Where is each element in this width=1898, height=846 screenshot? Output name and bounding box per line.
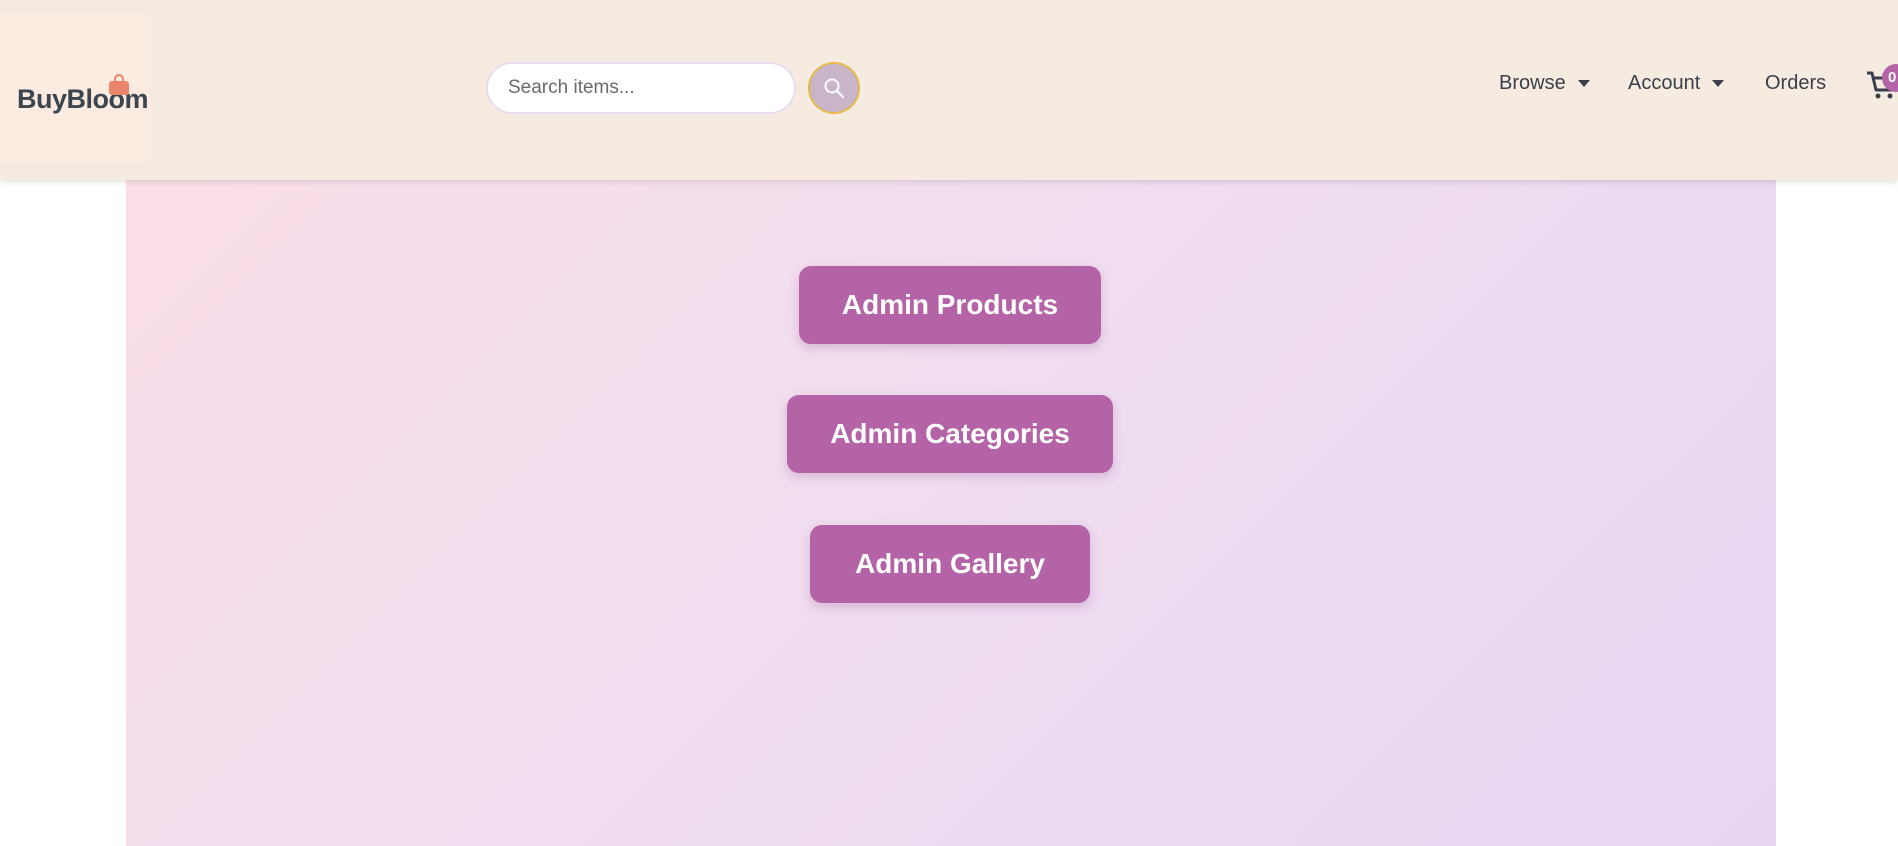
nav-orders-label: Orders: [1765, 72, 1827, 94]
nav-browse-dropdown[interactable]: Browse: [1499, 72, 1590, 95]
nav-account-dropdown[interactable]: Account: [1628, 72, 1725, 95]
navbar: BuyBloom Browse Account Orders 0: [0, 0, 1898, 180]
admin-products-button[interactable]: Admin Products: [799, 266, 1101, 344]
search-input[interactable]: [486, 62, 796, 114]
admin-panel: Admin Products Admin Categories Admin Ga…: [126, 180, 1776, 846]
nav-browse-label: Browse: [1499, 72, 1566, 94]
brand-logo[interactable]: BuyBloom: [0, 14, 150, 162]
nav-orders-link[interactable]: Orders: [1765, 72, 1826, 95]
shopping-bag-icon: [109, 74, 129, 95]
caret-down-icon: [1577, 80, 1590, 87]
search-button[interactable]: [808, 62, 860, 114]
nav-account-label: Account: [1628, 72, 1701, 94]
admin-gallery-button[interactable]: Admin Gallery: [810, 525, 1090, 603]
search-icon: [824, 78, 844, 98]
caret-down-icon: [1712, 80, 1725, 87]
admin-categories-button[interactable]: Admin Categories: [787, 395, 1113, 473]
